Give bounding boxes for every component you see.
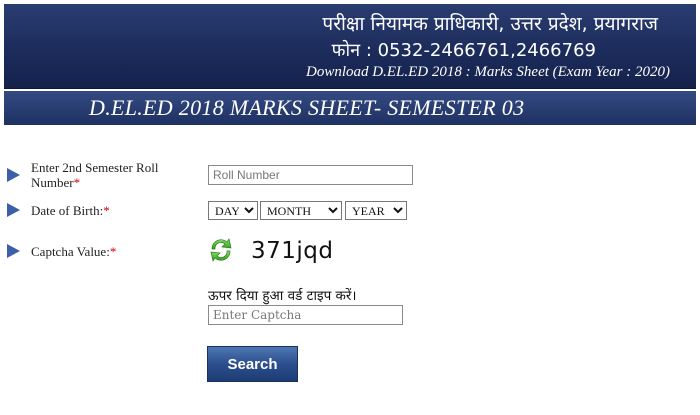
dob-label-text: Date of Birth: (31, 203, 104, 218)
refresh-icon[interactable] (207, 236, 235, 264)
captcha-label: Captcha Value:* (31, 244, 116, 259)
arrow-bullet-icon (7, 244, 20, 258)
page-title: D.EL.ED 2018 MARKS SHEET- SEMESTER 03 (89, 95, 525, 120)
captcha-label-text: Captcha Value: (31, 244, 110, 259)
page-header: परीक्षा नियामक प्राधिकारी, उत्तर प्रदेश,… (4, 4, 696, 89)
header-phone: फोन : 0532-2466761,2466769 (331, 40, 596, 61)
header-subtitle: Download D.EL.ED 2018 : Marks Sheet (Exa… (306, 64, 670, 80)
dob-month-select[interactable]: MONTH (260, 201, 342, 220)
dob-label: Date of Birth:* (31, 203, 110, 218)
roll-number-label: Enter 2nd Semester Roll Number* (31, 160, 158, 190)
roll-label-line1: Enter 2nd Semester Roll (31, 160, 159, 175)
captcha-hint: ऊपर दिया हुआ वर्ड टाइप करें। (208, 288, 357, 304)
captcha-input[interactable] (208, 305, 403, 325)
roll-label-line2: Number (31, 175, 74, 190)
roll-number-input[interactable] (208, 165, 413, 185)
dob-year-select[interactable]: YEAR (345, 201, 407, 220)
title-bar: D.EL.ED 2018 MARKS SHEET- SEMESTER 03 (4, 91, 696, 125)
captcha-value: 371jqd (251, 238, 334, 264)
dob-day-select[interactable]: DAY (208, 201, 258, 220)
search-button[interactable]: Search (207, 346, 298, 382)
required-marker: * (109, 244, 117, 259)
header-authority: परीक्षा नियामक प्राधिकारी, उत्तर प्रदेश,… (322, 13, 658, 35)
required-marker: * (103, 203, 110, 218)
required-marker: * (73, 175, 81, 190)
arrow-bullet-icon (7, 203, 20, 217)
arrow-bullet-icon (7, 168, 20, 182)
